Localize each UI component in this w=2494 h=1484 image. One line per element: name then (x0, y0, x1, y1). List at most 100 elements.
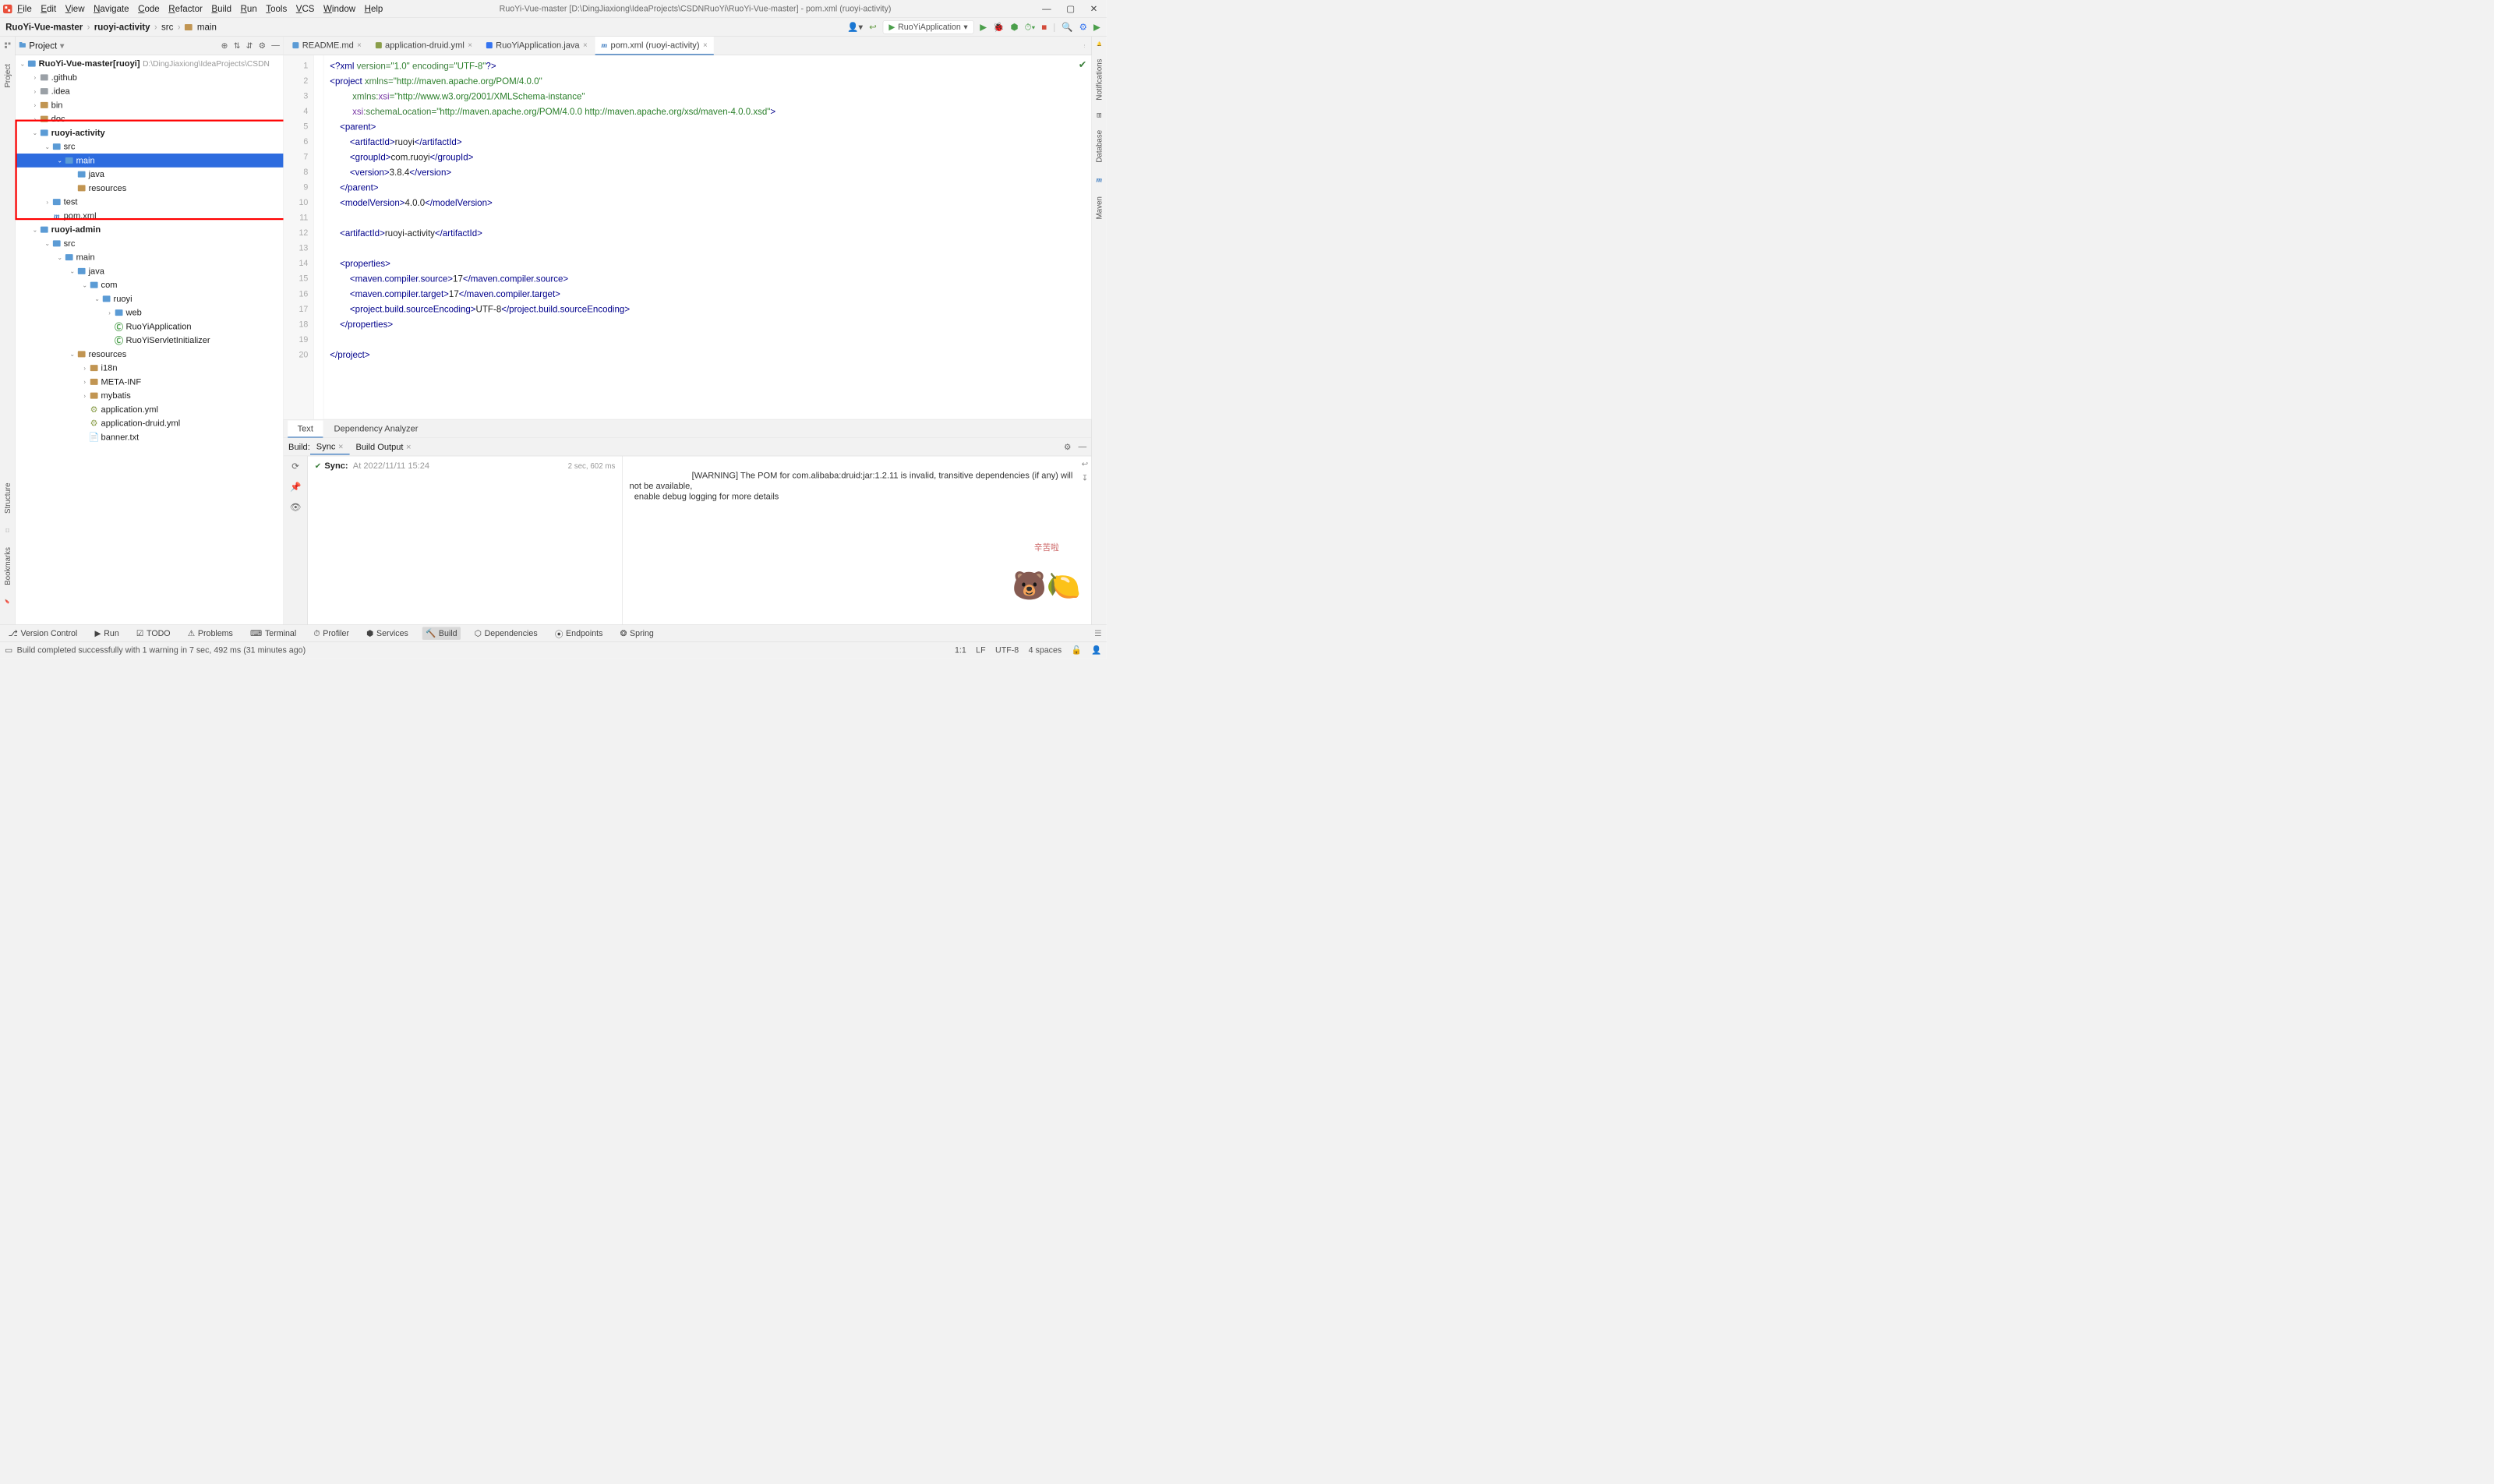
notifications-tool-label[interactable]: Notifications (1095, 58, 1104, 100)
editor-tab-text[interactable]: Text (288, 421, 323, 438)
tree-item-main[interactable]: ⌄main (16, 154, 284, 168)
build-sync-tree[interactable]: ✔ Sync: At 2022/11/11 15:24 2 sec, 602 m… (308, 456, 623, 624)
build-log[interactable]: [WARNING] The POM for com.alibaba:druid:… (623, 456, 1092, 624)
hide-icon[interactable]: — (271, 41, 280, 51)
tree-item-resources[interactable]: resources (16, 181, 284, 195)
close-icon[interactable]: × (468, 41, 472, 50)
profile-button[interactable]: ⏱▾ (1025, 22, 1036, 33)
tree-item-com[interactable]: ⌄com (16, 278, 284, 292)
inspection-icon[interactable]: 👤 (1091, 645, 1101, 655)
maven-icon[interactable]: m (1097, 175, 1103, 185)
tree-item-pom-xml[interactable]: mpom.xml (16, 209, 284, 223)
settings-icon[interactable]: ⚙ (259, 41, 267, 51)
refresh-icon[interactable]: ⟳ (291, 461, 299, 472)
settings-icon[interactable]: ⚙ (1064, 442, 1072, 452)
tree-item-ruoyi-activity[interactable]: ⌄ruoyi-activity (16, 126, 284, 140)
bookmarks-tool-label[interactable]: Bookmarks (3, 547, 12, 585)
tab-list-icon[interactable]: ⋮ (1083, 44, 1092, 48)
tree-item-java[interactable]: java (16, 168, 284, 182)
event-log-icon[interactable]: ☰ (1094, 628, 1102, 638)
tree-item-web[interactable]: ›web (16, 306, 284, 320)
minimize-button[interactable]: — (1042, 3, 1051, 14)
menu-run[interactable]: Run (241, 3, 257, 14)
status-icon[interactable]: ▭ (5, 645, 12, 655)
bookmarks-tool-icon[interactable]: 🔖 (5, 599, 10, 603)
inspection-ok-icon[interactable]: ✔ (1079, 58, 1086, 70)
bottom-tab-services[interactable]: ⬢Services (363, 627, 412, 639)
breadcrumb[interactable]: RuoYi-Vue-master › ruoyi-activity › src … (5, 22, 217, 33)
tree-item-src[interactable]: ⌄src (16, 140, 284, 154)
menu-tools[interactable]: Tools (266, 3, 287, 14)
editor-tab-README-md[interactable]: README.md× (286, 37, 367, 55)
bottom-tab-version-control[interactable]: ⎇Version Control (5, 627, 81, 639)
maximize-button[interactable]: ▢ (1066, 3, 1075, 14)
bottom-tab-profiler[interactable]: ⏱Profiler (310, 627, 352, 640)
tree-item-resources[interactable]: ⌄resources (16, 347, 284, 361)
code-editor[interactable]: <?xml version="1.0" encoding="UTF-8"?><p… (323, 55, 1091, 419)
view-icon[interactable]: 👁 (290, 502, 302, 513)
menu-edit[interactable]: Edit (41, 3, 56, 14)
close-button[interactable]: ✕ (1090, 3, 1098, 14)
database-icon[interactable]: 🗄 (1097, 113, 1102, 118)
close-icon[interactable]: × (406, 442, 411, 452)
close-icon[interactable]: × (703, 41, 708, 50)
structure-tool-icon[interactable]: ⿲ (5, 528, 9, 534)
tree-item-ruoyi[interactable]: ⌄ruoyi (16, 292, 284, 306)
menu-refactor[interactable]: Refactor (168, 3, 203, 14)
tree-item-java[interactable]: ⌄java (16, 264, 284, 278)
bottom-tab-endpoints[interactable]: ⦿Endpoints (551, 626, 606, 641)
bottom-tab-dependencies[interactable]: ⬡Dependencies (471, 627, 541, 639)
project-view-selector[interactable]: Project ▾ (19, 41, 65, 51)
bottom-tab-terminal[interactable]: ⌨Terminal (247, 627, 300, 639)
tree-item-ruoyi-admin[interactable]: ⌄ruoyi-admin (16, 223, 284, 237)
tree-item-banner-txt[interactable]: 📄banner.txt (16, 430, 284, 444)
tree-item-RuoYiServletInitializer[interactable]: ⒸRuoYiServletInitializer (16, 334, 284, 348)
tree-root[interactable]: ⌄RuoYi-Vue-master [ruoyi]D:\DingJiaxiong… (16, 57, 284, 71)
settings-button[interactable]: ⚙ (1079, 22, 1087, 33)
run-config-selector[interactable]: ▶ RuoYiApplication ▾ (883, 20, 973, 34)
structure-tool-label[interactable]: Structure (3, 482, 12, 514)
tree-item--idea[interactable]: ›.idea (16, 84, 284, 98)
tree-item--github[interactable]: ›.github (16, 71, 284, 85)
menu-navigate[interactable]: Navigate (94, 3, 129, 14)
bottom-tab-run[interactable]: ▶Run (91, 627, 122, 639)
bottom-tab-problems[interactable]: ⚠Problems (184, 627, 236, 639)
caret-position[interactable]: 1:1 (955, 645, 966, 655)
tree-item-test[interactable]: ›test (16, 195, 284, 209)
tree-item-application-yml[interactable]: ⚙application.yml (16, 402, 284, 416)
notifications-icon[interactable]: 🔔 (1097, 41, 1102, 46)
build-tab-output[interactable]: Build Output × (349, 440, 417, 454)
debug-button[interactable]: 🐞 (993, 22, 1004, 33)
pin-icon[interactable]: 📌 (290, 482, 301, 493)
project-tree[interactable]: ⌄RuoYi-Vue-master [ruoyi]D:\DingJiaxiong… (16, 55, 284, 624)
tree-item-bin[interactable]: ›bin (16, 98, 284, 112)
menu-view[interactable]: View (65, 3, 85, 14)
build-tab-sync[interactable]: Sync × (310, 440, 350, 455)
crumb-module[interactable]: ruoyi-activity (94, 22, 150, 33)
maven-tool-label[interactable]: Maven (1095, 196, 1104, 219)
menu-file[interactable]: File (17, 3, 32, 14)
line-number-gutter[interactable]: 1234567891011121314151617181920 (284, 55, 314, 419)
menu-code[interactable]: Code (138, 3, 160, 14)
tree-item-META-INF[interactable]: ›META-INF (16, 375, 284, 389)
editor-tab-application-druid-yml[interactable]: application-druid.yml× (369, 37, 479, 55)
tree-item-doc[interactable]: ›doc (16, 112, 284, 126)
close-icon[interactable]: × (338, 441, 343, 451)
stop-button[interactable]: ■ (1041, 22, 1047, 33)
tree-item-mybatis[interactable]: ›mybatis (16, 389, 284, 403)
readonly-lock-icon[interactable]: 🔓 (1072, 645, 1082, 655)
search-button[interactable]: 🔍 (1062, 22, 1072, 33)
back-icon[interactable]: ↩ (869, 22, 877, 33)
close-icon[interactable]: × (357, 41, 362, 50)
menu-build[interactable]: Build (211, 3, 231, 14)
scroll-to-end-icon[interactable]: ↧ (1082, 473, 1088, 482)
collapse-all-icon[interactable]: ⇵ (246, 41, 253, 51)
crumb-src[interactable]: src (161, 22, 173, 33)
menu-help[interactable]: Help (365, 3, 383, 14)
editor-tab-dependency-analyzer[interactable]: Dependency Analyzer (324, 421, 428, 438)
database-tool-label[interactable]: Database (1095, 130, 1104, 163)
tree-item-i18n[interactable]: ›i18n (16, 361, 284, 375)
editor-tab-pom-xml[interactable]: mpom.xml (ruoyi-activity)× (595, 37, 714, 55)
crumb-main[interactable]: main (197, 22, 217, 33)
project-tool-icon[interactable] (4, 41, 12, 50)
